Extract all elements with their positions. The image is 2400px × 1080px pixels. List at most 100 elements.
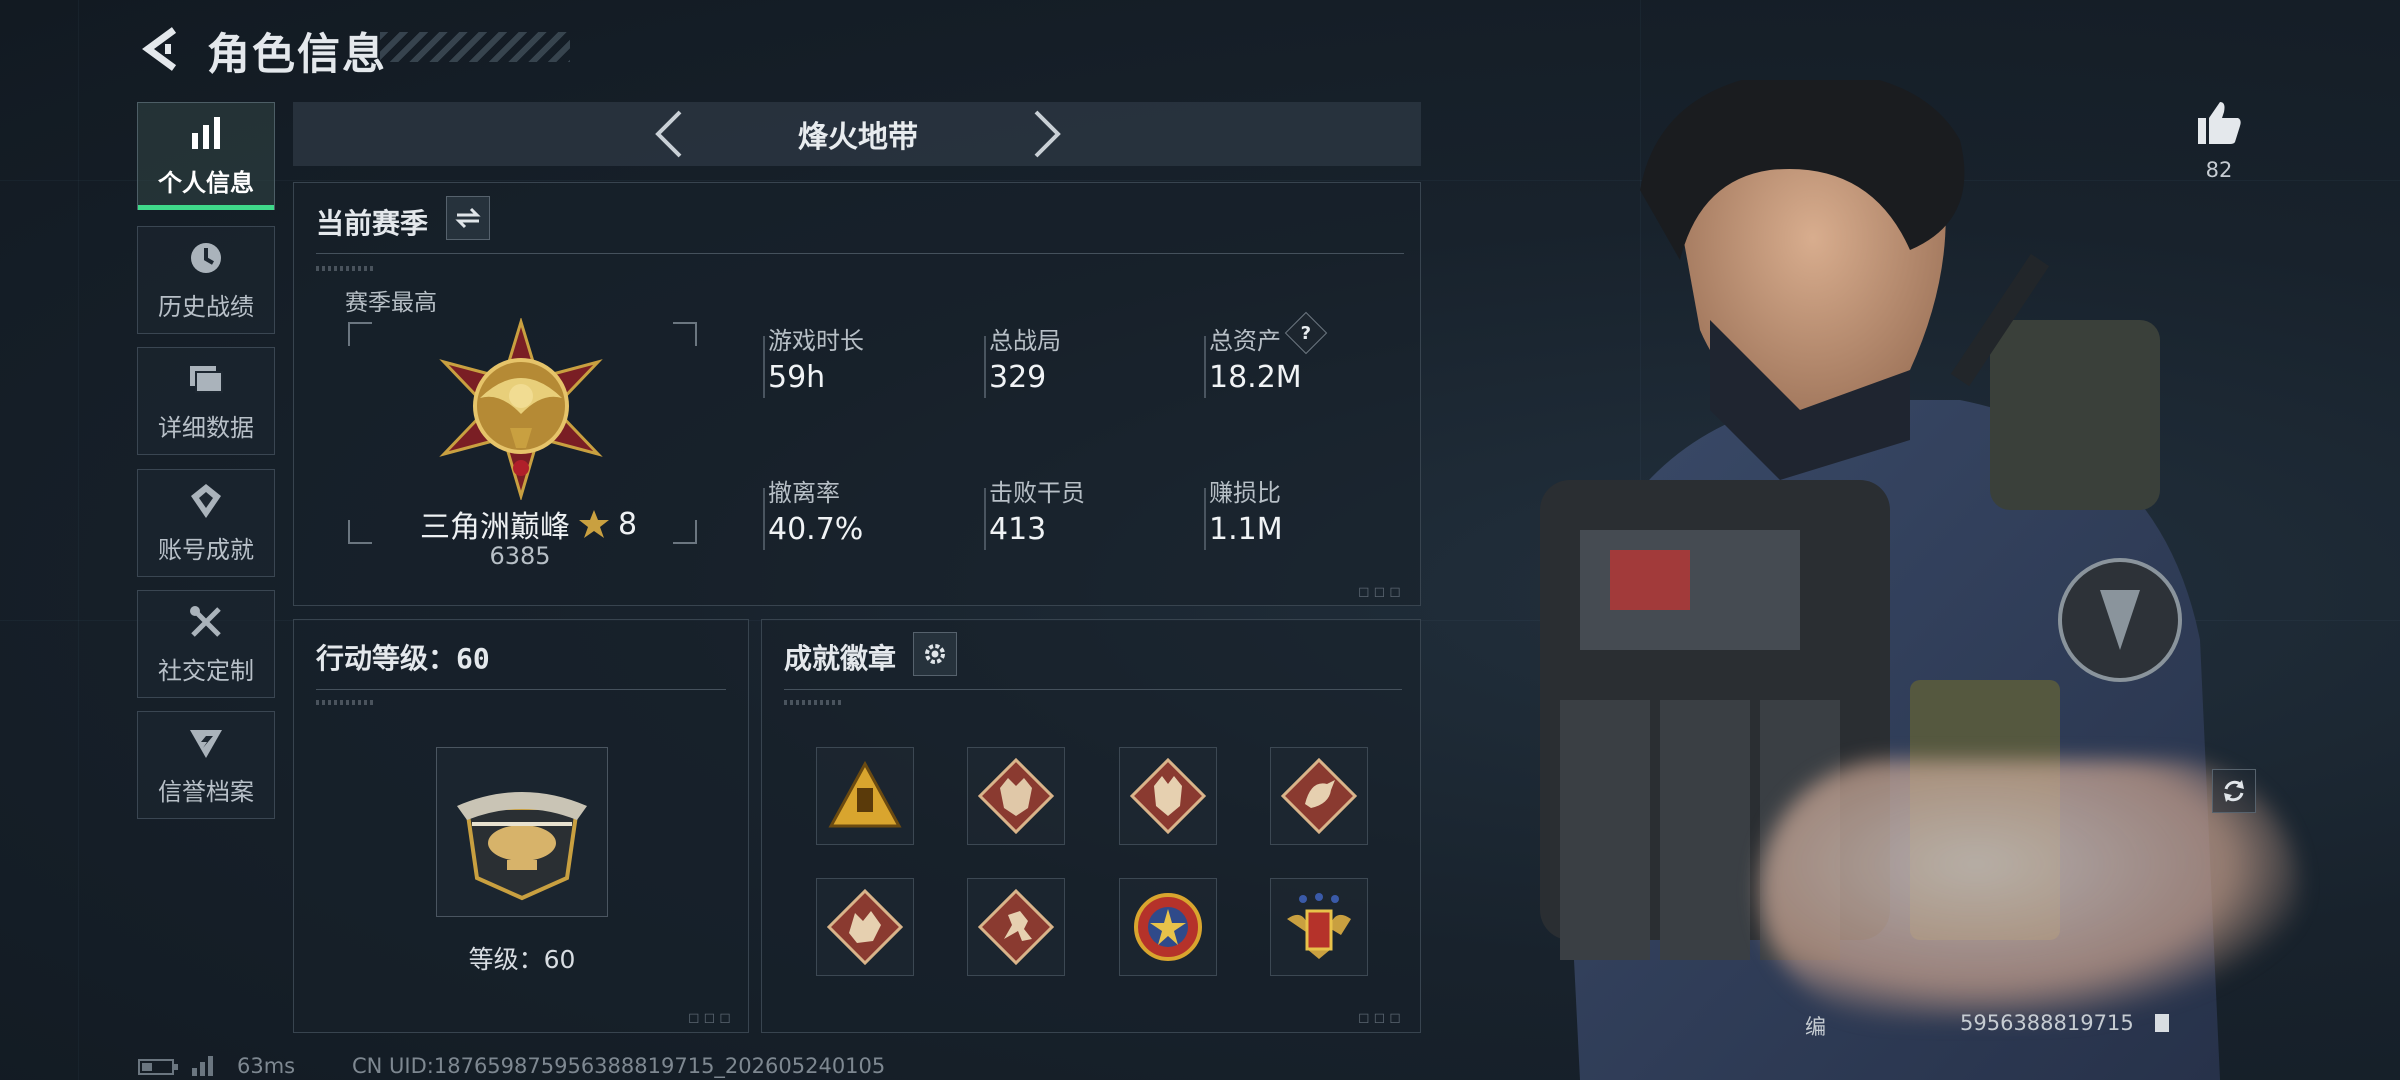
dash-decoration [316, 700, 376, 705]
ping-text: 63ms [237, 1054, 296, 1078]
level-text: 等级：60 [468, 945, 576, 974]
signal-icon [192, 1056, 213, 1076]
prev-mode-arrow-icon[interactable] [650, 108, 690, 160]
frame-corner [348, 322, 372, 346]
nav-item-achievements[interactable]: 账号成就 [137, 469, 275, 577]
stat-label: 撤离率 [768, 479, 840, 507]
bar-chart-icon [192, 116, 220, 149]
nav-item-label: 账号成就 [158, 535, 254, 564]
clock-icon [191, 242, 221, 273]
shield-icon [190, 729, 222, 758]
stat-label: 总战局 [989, 327, 1061, 355]
season-best-label: 赛季最高 [345, 290, 437, 316]
panel-corner-dots: ◻◻◻ [1358, 584, 1405, 600]
dragon-badge-icon [827, 889, 903, 965]
nav-item-reputation[interactable]: 信誉档案 [137, 711, 275, 819]
switch-season-button[interactable] [446, 196, 490, 240]
gear-icon [925, 644, 945, 664]
back-arrow-icon[interactable] [140, 24, 184, 74]
warning-triangle-badge-icon [828, 760, 902, 828]
tools-icon [190, 605, 221, 637]
panel-corner-dots: ◻◻◻ [688, 1010, 735, 1026]
bird-badge-icon [1281, 758, 1357, 834]
nav-item-label: 个人信息 [158, 168, 254, 197]
nav-item-label: 详细数据 [158, 413, 254, 442]
like-count: 82 [2205, 158, 2233, 182]
character-id-prefix: 编 [1805, 1015, 1826, 1039]
level-emblem-frame [436, 747, 608, 917]
achievement-badge[interactable] [967, 747, 1065, 845]
rank-name-row: 三角洲巅峰 8 [420, 502, 637, 546]
rank-name: 三角洲巅峰 [420, 510, 570, 545]
stat-value: 329 [989, 360, 1047, 395]
battery-icon [138, 1059, 178, 1075]
stat-label: 赚损比 [1209, 479, 1281, 507]
wolf-badge-2-icon [1130, 758, 1206, 834]
achievement-badge[interactable] [1270, 747, 1368, 845]
nav-item-details[interactable]: 详细数据 [137, 347, 275, 455]
rank-emblem-icon [439, 318, 603, 500]
stat-value: 1.1M [1209, 512, 1283, 547]
winged-crest-badge-icon [1287, 893, 1351, 959]
nav-item-label: 历史战绩 [158, 292, 254, 321]
divider [784, 689, 1402, 690]
panel-corner-dots: ◻◻◻ [1358, 1010, 1405, 1026]
nav-item-social[interactable]: 社交定制 [137, 590, 275, 698]
achievement-badge[interactable] [1119, 747, 1217, 845]
uid-text: CN UID:18765987595638881971​5_2026052401… [352, 1054, 886, 1078]
nav-item-profile[interactable]: 个人信息 [137, 102, 275, 210]
stat-value: 59h [768, 360, 826, 395]
nav-item-label: 社交定制 [158, 656, 254, 685]
season-title: 当前赛季 [316, 207, 429, 240]
rotate-view-button[interactable] [2212, 769, 2256, 813]
swap-icon [455, 207, 481, 229]
stat-accent-bar [1204, 488, 1206, 550]
folders-icon [190, 365, 223, 393]
star-emblem-badge-icon [1134, 893, 1202, 961]
achievement-badge[interactable] [967, 878, 1065, 976]
page-title: 角色信息 [207, 30, 387, 80]
dash-decoration [784, 700, 844, 705]
stat-label: 击败干员 [989, 479, 1085, 507]
achievement-icon [191, 483, 221, 518]
frame-corner [673, 520, 697, 544]
stat-accent-bar [984, 336, 986, 398]
action-level-title: 行动等级：60 [316, 642, 490, 675]
stat-value: 413 [989, 512, 1047, 547]
mode-tab-title: 烽火地带 [798, 120, 918, 155]
rank-stars: 8 [618, 506, 638, 542]
rank-score: 6385 [489, 542, 551, 570]
stat-value: 40.7% [768, 512, 864, 547]
stat-accent-bar [984, 488, 986, 550]
achievement-settings-button[interactable] [913, 632, 957, 676]
achievement-badge[interactable] [816, 747, 914, 845]
stat-value: 18.2M [1209, 360, 1302, 395]
stat-accent-bar [763, 336, 765, 398]
stat-accent-bar [763, 488, 765, 550]
achievements-title: 成就徽章 [784, 642, 897, 675]
title-decoration [380, 32, 570, 62]
thumbs-up-icon[interactable] [2194, 98, 2244, 146]
copy-icon[interactable] [2155, 1014, 2169, 1032]
divider [316, 689, 726, 690]
helicopter-emblem-icon [457, 792, 587, 901]
stat-label: 总资产 [1209, 327, 1281, 355]
next-mode-arrow-icon[interactable] [1026, 108, 1066, 160]
dash-decoration [316, 266, 376, 271]
wolf-badge-icon [978, 758, 1054, 834]
achievement-badge[interactable] [1270, 878, 1368, 976]
nav-item-history[interactable]: 历史战绩 [137, 226, 275, 334]
runner-badge-icon [978, 889, 1054, 965]
stat-label: 游戏时长 [768, 327, 864, 355]
star-icon [579, 510, 609, 538]
achievement-badge[interactable] [1119, 878, 1217, 976]
frame-corner [348, 520, 372, 544]
nav-item-label: 信誉档案 [158, 777, 254, 806]
stat-accent-bar [1204, 336, 1206, 398]
divider [316, 253, 1404, 254]
character-id: 5956388819715 [1960, 1011, 2134, 1035]
rotate-icon [2224, 780, 2244, 802]
frame-corner [673, 322, 697, 346]
help-icon: ? [1300, 322, 1312, 344]
achievement-badge[interactable] [816, 878, 914, 976]
